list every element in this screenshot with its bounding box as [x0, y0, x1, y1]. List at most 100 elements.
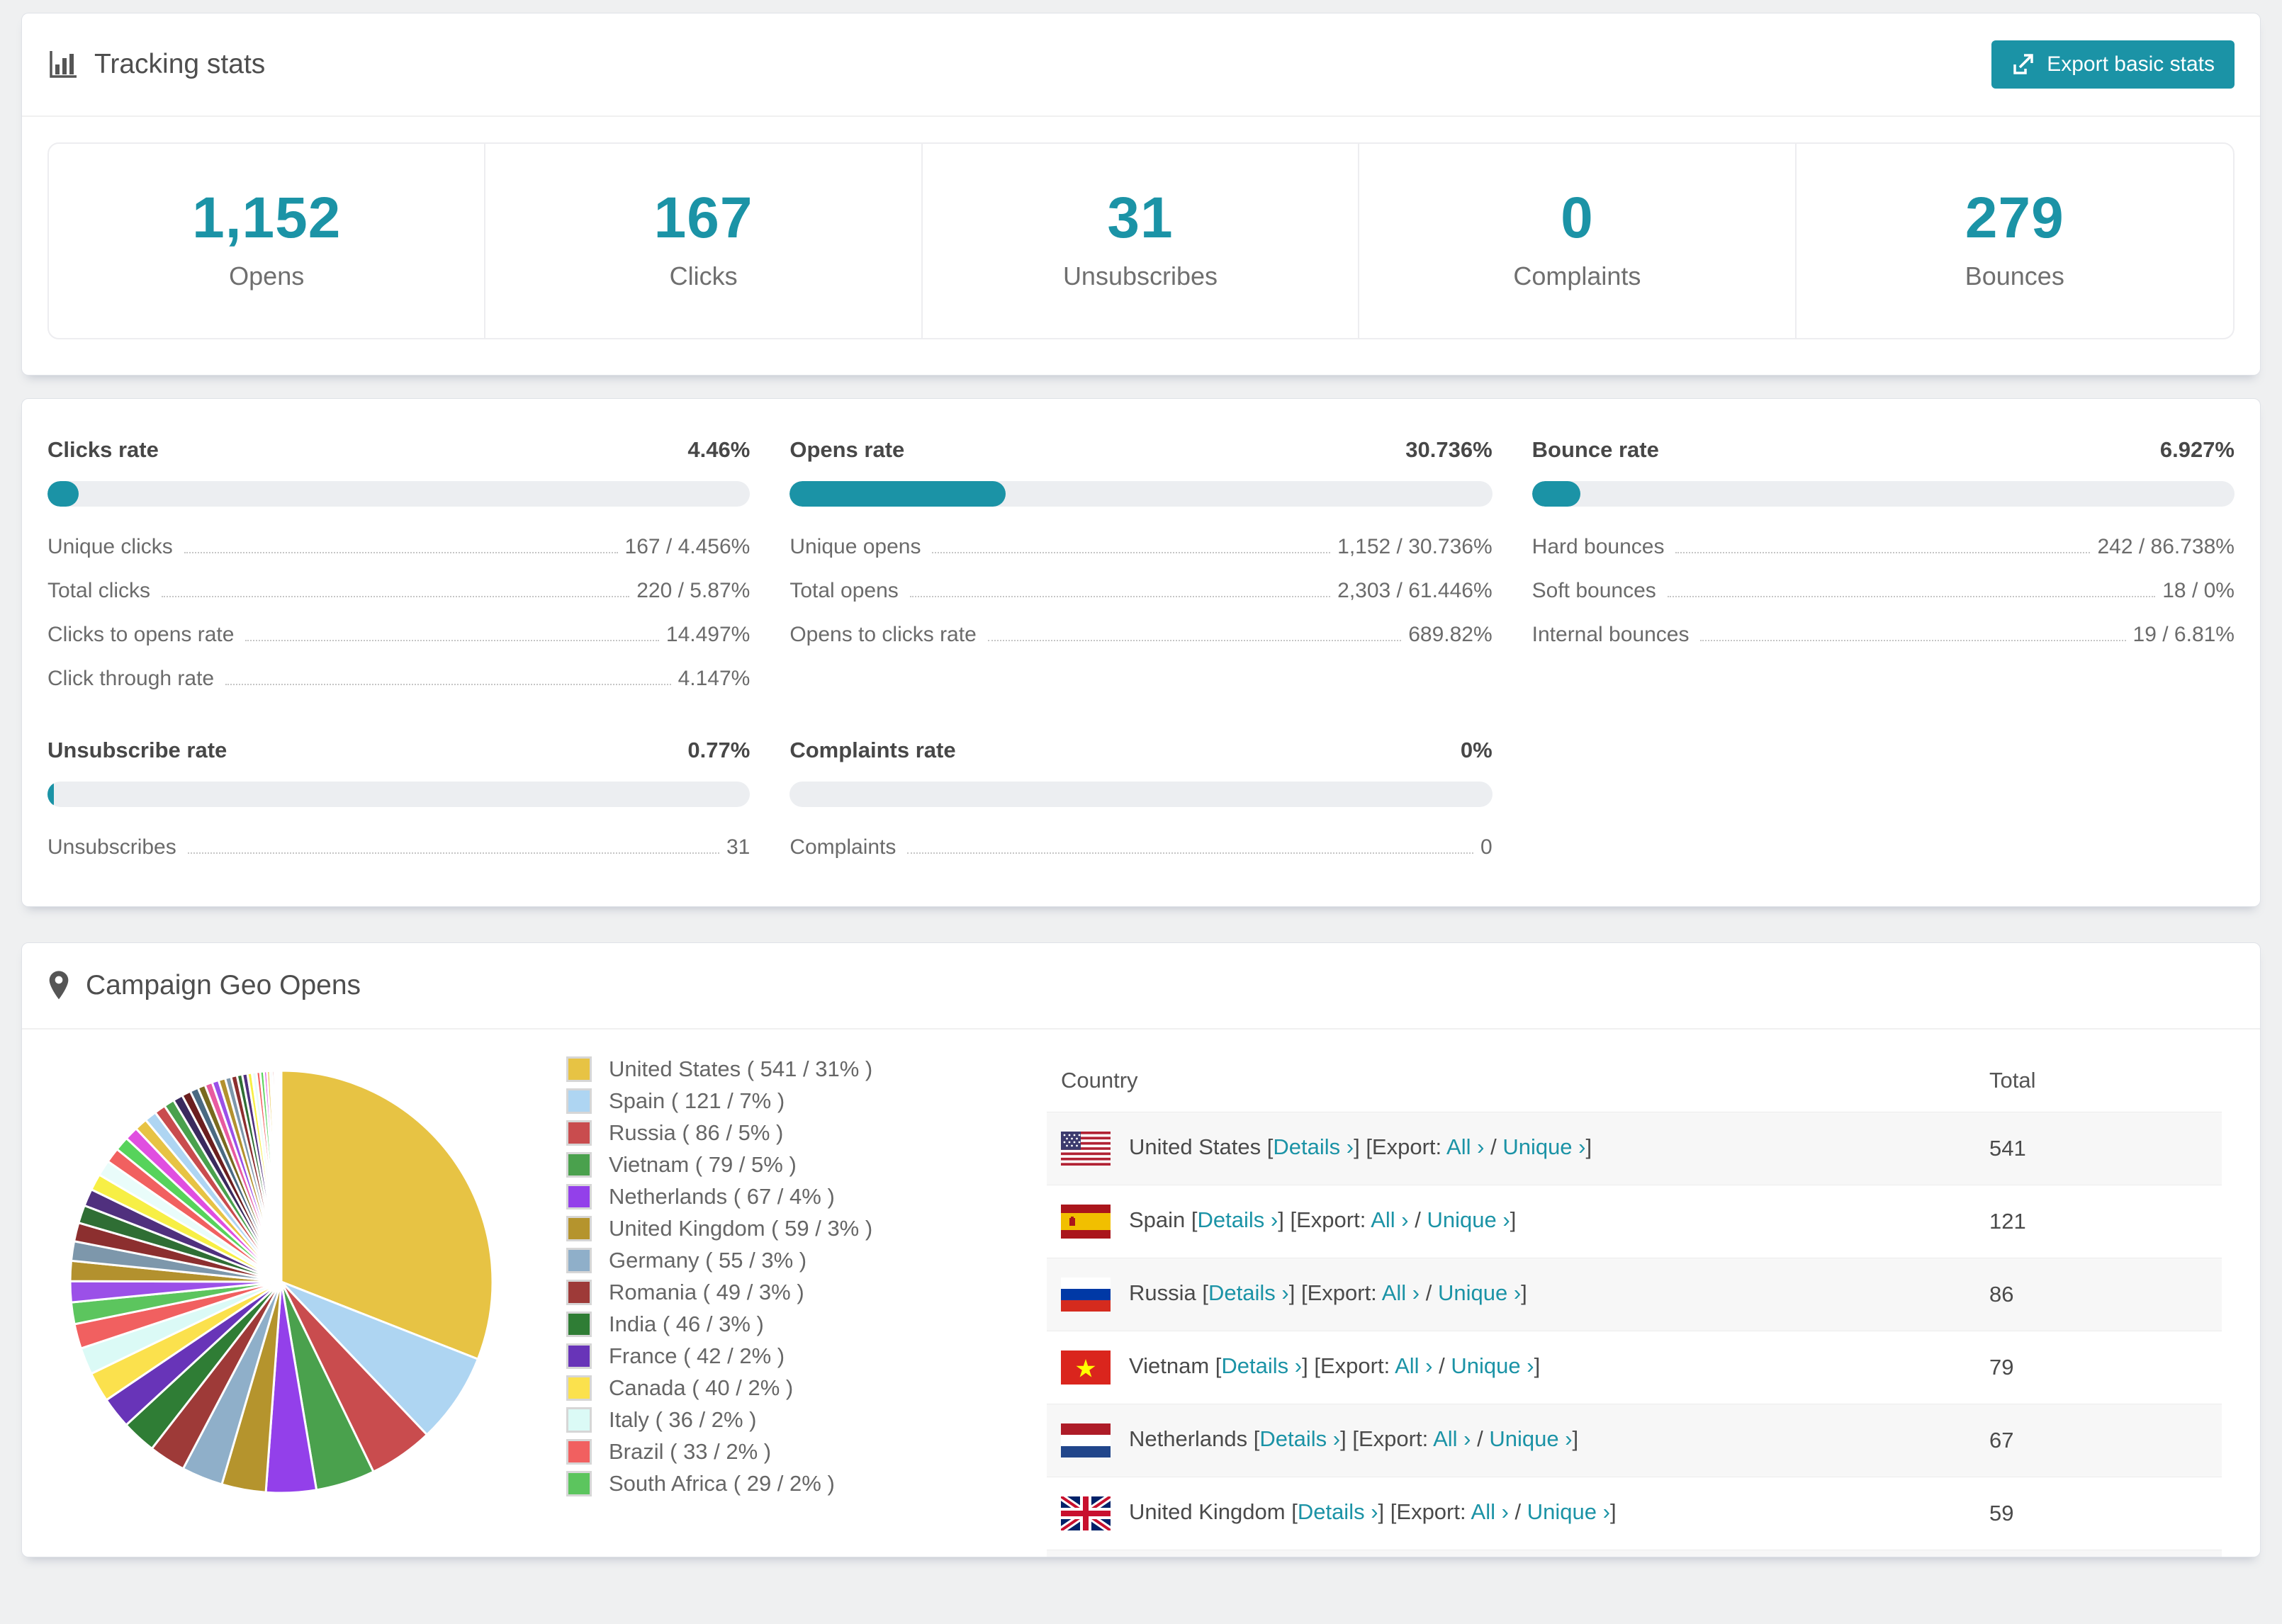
legend-item: Russia ( 86 / 5% ) — [566, 1120, 1027, 1146]
geo-legend: United States ( 541 / 31% ) Spain ( 121 … — [566, 1056, 1027, 1503]
rate-row: Clicks to opens rate 14.497% — [47, 623, 751, 646]
export-unique-link[interactable]: Unique › — [1451, 1353, 1534, 1378]
bounce-rate-value: 6.927% — [2159, 437, 2235, 462]
tracking-stats-card: Tracking stats Export basic stats 1,152 … — [21, 13, 2261, 376]
table-row-netherlands: Netherlands [Details ›] [Export: All › /… — [1047, 1404, 2222, 1477]
rate-row: Unique opens 1,152 / 30.736% — [789, 535, 1493, 558]
legend-swatch — [566, 1088, 592, 1114]
unsubscribe-rate-title: Unsubscribe rate — [47, 738, 227, 762]
dotted-leader — [162, 596, 630, 597]
table-row-united-kingdom: United Kingdom [Details ›] [Export: All … — [1047, 1477, 2222, 1550]
export-all-link[interactable]: All › — [1382, 1280, 1420, 1305]
export-unique-link[interactable]: Unique › — [1489, 1426, 1572, 1451]
legend-swatch — [566, 1343, 592, 1369]
rate-row: Total clicks 220 / 5.87% — [47, 579, 751, 602]
rate-row: Total opens 2,303 / 61.446% — [789, 579, 1493, 602]
dotted-leader — [225, 684, 671, 685]
stat-complaints-label: Complaints — [1513, 261, 1641, 291]
complaints-rate-block: Complaints rate 0% Complaints 0 — [789, 738, 1493, 859]
total-cell: 541 — [1989, 1136, 2026, 1161]
legend-item: Romania ( 49 / 3% ) — [566, 1280, 1027, 1305]
complaints-rate-bar — [789, 782, 1493, 807]
export-all-link[interactable]: All › — [1433, 1426, 1471, 1451]
dotted-leader — [907, 852, 1473, 854]
geo-header: Campaign Geo Opens — [22, 943, 2260, 1030]
opens-rate-block: Opens rate 30.736% Unique opens 1,152 / 3… — [789, 437, 1493, 691]
export-all-link[interactable]: All › — [1471, 1499, 1509, 1524]
legend-swatch — [566, 1216, 592, 1241]
stat-bounces-label: Bounces — [1965, 261, 2064, 291]
tracking-stats-title: Tracking stats — [47, 49, 265, 80]
rates-card: Clicks rate 4.46% Unique clicks 167 / 4.4… — [21, 398, 2261, 907]
legend-swatch — [566, 1152, 592, 1178]
legend-item: Italy ( 36 / 2% ) — [566, 1407, 1027, 1433]
export-all-link[interactable]: All › — [1371, 1207, 1408, 1232]
stat-unsubscribes: 31 Unsubscribes — [923, 144, 1360, 338]
stat-unsubscribes-label: Unsubscribes — [1062, 261, 1218, 291]
rate-row: Soft bounces 18 / 0% — [1531, 579, 2235, 602]
export-basic-stats-button[interactable]: Export basic stats — [1991, 40, 2235, 89]
flag-gb-icon — [1061, 1496, 1111, 1530]
export-all-link[interactable]: All › — [1395, 1353, 1432, 1378]
stat-complaints-value: 0 — [1561, 186, 1594, 250]
map-pin-icon — [47, 970, 70, 1001]
legend-swatch — [566, 1439, 592, 1465]
stat-clicks-label: Clicks — [669, 261, 738, 291]
dotted-leader — [187, 852, 719, 854]
legend-item: United Kingdom ( 59 / 3% ) — [566, 1216, 1027, 1241]
stat-clicks: 167 Clicks — [485, 144, 923, 338]
export-all-link[interactable]: All › — [1446, 1134, 1484, 1159]
export-unique-link[interactable]: Unique › — [1502, 1134, 1585, 1159]
details-link[interactable]: Details › — [1198, 1207, 1278, 1232]
stat-opens: 1,152 Opens — [49, 144, 486, 338]
legend-swatch — [566, 1248, 592, 1273]
unsubscribe-rate-block: Unsubscribe rate 0.77% Unsubscribes 31 — [47, 738, 751, 859]
legend-swatch — [566, 1312, 592, 1337]
legend-swatch — [566, 1375, 592, 1401]
clicks-rate-title: Clicks rate — [47, 437, 159, 462]
legend-swatch — [566, 1056, 592, 1082]
details-link[interactable]: Details › — [1273, 1134, 1354, 1159]
legend-swatch — [566, 1184, 592, 1209]
details-link[interactable]: Details › — [1298, 1499, 1378, 1524]
clicks-rate-bar — [47, 481, 751, 507]
rate-row: Hard bounces 242 / 86.738% — [1531, 535, 2235, 558]
bounce-rate-title: Bounce rate — [1531, 437, 1659, 462]
stats-summary-row: 1,152 Opens 167 Clicks 31 Unsubscribes 0… — [47, 142, 2235, 339]
rate-row: Unique clicks 167 / 4.456% — [47, 535, 751, 558]
table-row-spain: Spain [Details ›] [Export: All › / Uniqu… — [1047, 1185, 2222, 1258]
export-unique-link[interactable]: Unique › — [1527, 1499, 1610, 1524]
legend-item: United States ( 541 / 31% ) — [566, 1056, 1027, 1082]
flag-vn-icon — [1061, 1350, 1111, 1385]
details-link[interactable]: Details › — [1221, 1353, 1302, 1378]
tracking-stats-title-text: Tracking stats — [94, 49, 266, 79]
legend-item: Canada ( 40 / 2% ) — [566, 1375, 1027, 1401]
legend-swatch — [566, 1407, 592, 1433]
geo-pie-chart — [62, 1047, 501, 1518]
export-unique-link[interactable]: Unique › — [1438, 1280, 1521, 1305]
dotted-leader — [932, 552, 1331, 553]
rate-row: Opens to clicks rate 689.82% — [789, 623, 1493, 646]
details-link[interactable]: Details › — [1259, 1426, 1340, 1451]
clicks-rate-value: 4.46% — [687, 437, 751, 462]
campaign-geo-opens-card: Campaign Geo Opens United States ( 541 /… — [21, 942, 2261, 1557]
geo-title: Campaign Geo Opens — [47, 970, 361, 1001]
unsubscribe-rate-bar — [47, 782, 751, 807]
rate-row: Complaints 0 — [789, 835, 1493, 859]
table-row-russia: Russia [Details ›] [Export: All › / Uniq… — [1047, 1258, 2222, 1331]
bounce-rate-bar — [1531, 481, 2235, 507]
legend-swatch — [566, 1280, 592, 1305]
details-link[interactable]: Details › — [1208, 1280, 1289, 1305]
stat-opens-value: 1,152 — [192, 186, 342, 250]
table-row-vietnam: Vietnam [Details ›] [Export: All › / Uni… — [1047, 1331, 2222, 1404]
geo-title-text: Campaign Geo Opens — [86, 970, 361, 1000]
tracking-stats-header: Tracking stats Export basic stats — [22, 13, 2260, 117]
legend-swatch — [566, 1120, 592, 1146]
total-cell: 67 — [1989, 1428, 2014, 1453]
flag-us-icon — [1061, 1132, 1111, 1166]
export-unique-link[interactable]: Unique › — [1427, 1207, 1510, 1232]
opens-rate-bar — [789, 481, 1493, 507]
export-icon — [2011, 52, 2035, 77]
total-cell: 121 — [1989, 1209, 2026, 1234]
complaints-rate-value: 0% — [1460, 738, 1493, 762]
